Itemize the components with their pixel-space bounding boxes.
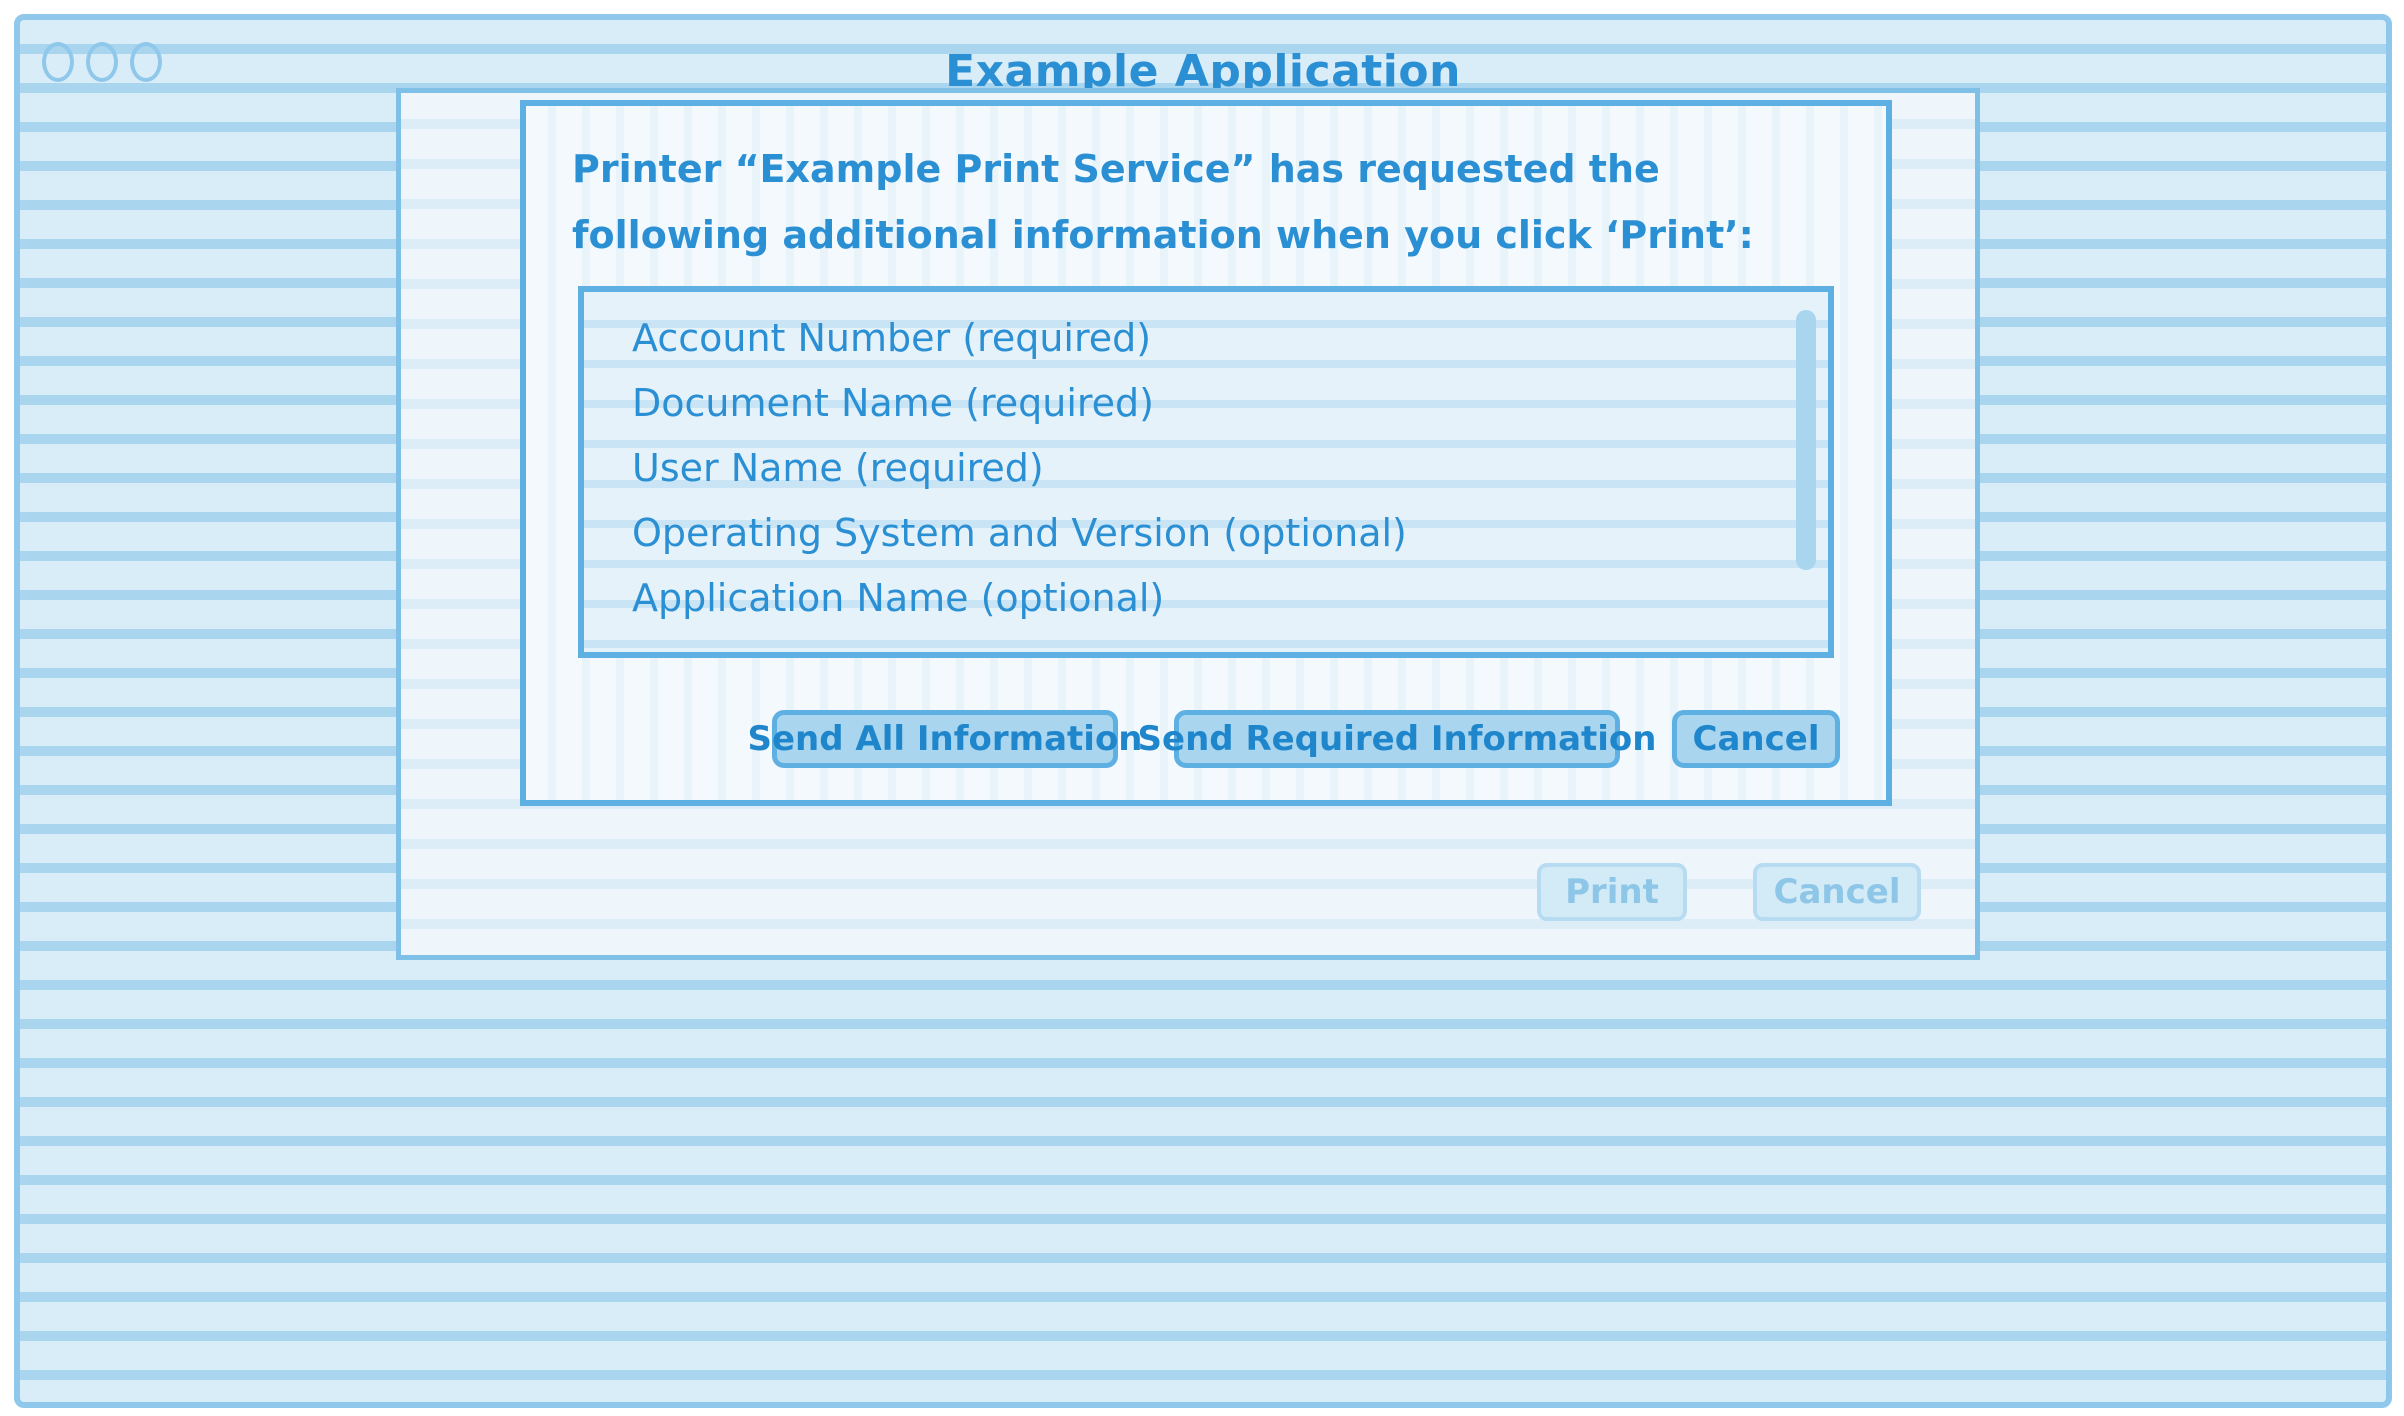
cancel-button[interactable]: Cancel bbox=[1672, 710, 1840, 768]
list-item: Document Name (required) bbox=[632, 381, 1154, 425]
list-scrollbar[interactable] bbox=[1796, 310, 1816, 570]
print-button: Print bbox=[1537, 863, 1687, 921]
requested-info-list[interactable]: Account Number (required) Document Name … bbox=[578, 286, 1834, 658]
send-required-information-button[interactable]: Send Required Information bbox=[1138, 710, 1657, 768]
print-cancel-button: Cancel bbox=[1753, 863, 1921, 921]
list-item: User Name (required) bbox=[632, 446, 1044, 490]
information-request-dialog: Printer “Example Print Service” has requ… bbox=[520, 100, 1892, 806]
send-all-information-button[interactable]: Send All Information bbox=[748, 710, 1143, 768]
list-item: Operating System and Version (optional) bbox=[632, 511, 1407, 555]
list-item: Application Name (optional) bbox=[632, 576, 1165, 620]
dialog-message: Printer “Example Print Service” has requ… bbox=[572, 147, 1754, 257]
list-item: Account Number (required) bbox=[632, 316, 1152, 360]
